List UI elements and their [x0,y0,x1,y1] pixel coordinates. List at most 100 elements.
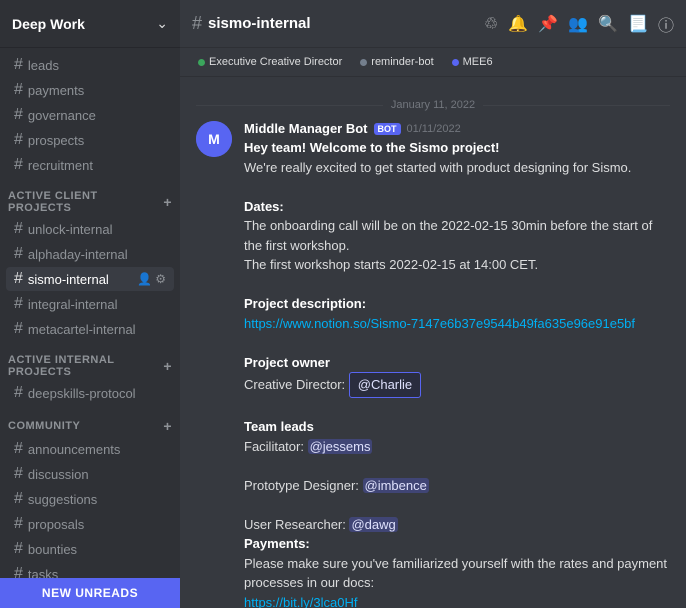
tag-dot-blue [452,59,459,66]
search-icon[interactable]: 🔍 [598,14,618,34]
add-icon[interactable]: + [163,358,172,374]
section-header-community[interactable]: COMMUNITY + [0,414,180,436]
tag-executive-creative-director[interactable]: Executive Creative Director [192,54,348,70]
link-3lca0hf[interactable]: https://bit.ly/3lca0Hf [244,595,357,608]
user-researcher-label: User Researcher: [244,517,349,532]
members-icon[interactable]: 👥 [568,14,588,34]
section-title: ACTIVE CLIENT PROJECTS [8,190,163,214]
channel-item-proposals[interactable]: # proposals [6,512,174,536]
hash-icon: # [14,565,23,578]
channel-label: integral-internal [28,297,118,312]
channel-label: metacartel-internal [28,322,136,337]
notion-link[interactable]: https://www.notion.so/Sismo-7147e6b37e95… [244,316,635,331]
gear-icon[interactable]: ⚙ [155,272,166,286]
hash-icon: # [14,384,23,402]
channel-item-discussion[interactable]: # discussion [6,462,174,486]
mention-imbence[interactable]: @imbence [363,478,429,493]
author-name: Middle Manager Bot [244,121,368,136]
section-header-client[interactable]: ACTIVE CLIENT PROJECTS + [0,186,180,216]
channel-label: alphaday-internal [28,247,128,262]
channel-item-bounties[interactable]: # bounties [6,537,174,561]
channel-item-sismo-internal[interactable]: # sismo-internal 👤 ⚙ [6,267,174,291]
channel-header-hash-icon: # [192,13,202,34]
creative-director-label: Creative Director: [244,377,349,392]
tag-label: Executive Creative Director [209,56,342,68]
hash-icon: # [14,440,23,458]
channel-label: bounties [28,542,77,557]
section-title: COMMUNITY [8,420,80,432]
channel-item-suggestions[interactable]: # suggestions [6,487,174,511]
tag-label: MEE6 [463,56,493,68]
channel-label: deepskills-protocol [28,386,136,401]
payments-text: Please make sure you've familiarized you… [244,556,667,591]
dates-label: Dates: [244,199,284,214]
top-channels-section: # leads # payments # governance # prospe… [0,48,180,182]
channel-label: unlock-internal [28,222,113,237]
channel-item-payments[interactable]: # payments [6,78,174,102]
facilitator-label: Facilitator: [244,439,308,454]
bell-icon[interactable]: 🔔 [508,14,528,34]
channel-item-leads[interactable]: # leads [6,53,174,77]
svg-text:M: M [208,131,220,147]
channel-label: proposals [28,517,84,532]
hash-icon: # [14,106,23,124]
hash-icon: # [14,245,23,263]
hashtag-icon[interactable]: ♲ [484,14,498,34]
hash-icon: # [14,515,23,533]
hash-icon: # [14,540,23,558]
mention-jessems[interactable]: @jessems [308,439,373,454]
sidebar-scroll: # leads # payments # governance # prospe… [0,48,180,578]
channel-item-tasks[interactable]: # tasks [6,562,174,578]
channel-item-integral-internal[interactable]: # integral-internal [6,292,174,316]
channel-item-alphaday-internal[interactable]: # alphaday-internal [6,242,174,266]
channel-label: payments [28,83,84,98]
section-header-internal[interactable]: ACTIVE INTERNAL PROJECTS + [0,350,180,380]
workshop-text: The first workshop starts 2022-02-15 at … [244,257,538,272]
channel-header: # sismo-internal ♲ 🔔 📌 👥 🔍 📃 ⓘ [180,0,686,48]
message-greeting: Hey team! Welcome to the Sismo project! [244,140,500,155]
channel-label: governance [28,108,96,123]
channel-item-recruitment[interactable]: # recruitment [6,153,174,177]
project-owner-label: Project owner [244,355,330,370]
add-icon[interactable]: + [163,194,172,210]
hash-icon: # [14,270,23,288]
tag-mee6[interactable]: MEE6 [446,54,499,70]
hash-icon: # [14,490,23,508]
sidebar: Deep Work ⌄ # leads # payments # governa… [0,0,180,608]
tag-reminder-bot[interactable]: reminder-bot [354,54,439,70]
active-client-projects-section: ACTIVE CLIENT PROJECTS + # unlock-intern… [0,182,180,346]
add-icon[interactable]: + [163,418,172,434]
person-icon[interactable]: 👤 [137,272,152,286]
channel-item-prospects[interactable]: # prospects [6,128,174,152]
inbox-icon[interactable]: 📃 [628,14,648,34]
channel-label: discussion [28,467,89,482]
channel-item-governance[interactable]: # governance [6,103,174,127]
avatar-icon: M [196,121,232,157]
arrow-icon: → [662,595,686,608]
message-timestamp: 01/11/2022 [407,123,461,135]
message-text: Hey team! Welcome to the Sismo project! … [244,138,670,608]
server-header[interactable]: Deep Work ⌄ [0,0,180,48]
help-icon[interactable]: ⓘ [658,12,674,36]
channel-label: tasks [28,567,58,579]
mention-dawg[interactable]: @dawg [349,517,397,532]
tag-dot-gray [360,59,367,66]
hash-icon: # [14,465,23,483]
channel-item-deepskills-protocol[interactable]: # deepskills-protocol [6,381,174,405]
avatar: M [196,121,232,157]
channel-label: prospects [28,133,84,148]
channel-item-unlock-internal[interactable]: # unlock-internal [6,217,174,241]
bot-badge: BOT [374,123,401,135]
project-desc-label: Project description: [244,296,366,311]
hash-icon: # [14,320,23,338]
new-unreads-button[interactable]: NEW UNREADS [0,578,180,608]
channel-icons: 👤 ⚙ [137,272,166,286]
message-content: Middle Manager Bot BOT 01/11/2022 ↩ ♲ ➤ … [244,121,670,608]
pin-icon[interactable]: 📌 [538,14,558,34]
mention-charlie[interactable]: @Charlie [349,372,421,398]
channel-item-announcements[interactable]: # announcements [6,437,174,461]
chevron-down-icon: ⌄ [156,15,168,32]
dates-text: The onboarding call will be on the 2022-… [244,218,652,253]
channel-item-metacartel-internal[interactable]: # metacartel-internal [6,317,174,341]
channel-label: recruitment [28,158,93,173]
